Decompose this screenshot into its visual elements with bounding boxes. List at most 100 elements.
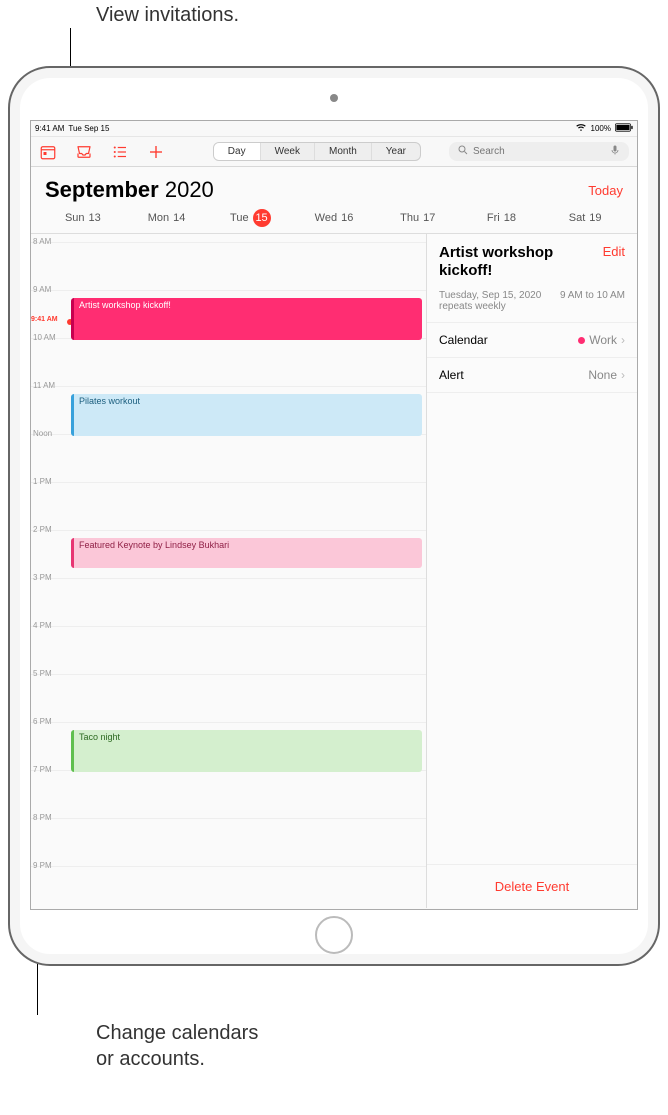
event-date: Tuesday, Sep 15, 2020 [439,290,541,301]
view-month[interactable]: Month [315,143,372,160]
view-year[interactable]: Year [372,143,420,160]
chevron-right-icon: › [621,333,625,347]
main-split: 8 AM9 AM10 AM11 AMNoon1 PM2 PM3 PM4 PM5 … [31,234,637,908]
hour-label: 7 PM [33,765,52,774]
hour-slot[interactable]: 8 AM [31,242,426,290]
hour-label: 2 PM [33,525,52,534]
weekday-row: Sun 13Mon 14Tue 15Wed 16Thu 17Fri 18Sat … [31,209,637,234]
hour-slot[interactable]: 7 PM [31,770,426,818]
event-detail-panel: Artist workshop kickoff! Edit Tuesday, S… [427,234,637,908]
alert-row-label: Alert [439,368,464,382]
month-year-title: September 2020 [45,177,214,203]
battery-icon [615,123,633,134]
calendar-header: September 2020 Today [31,167,637,209]
hour-label: 1 PM [33,477,52,486]
weekday-tue[interactable]: Tue 15 [208,209,292,227]
weekday-num: 16 [341,212,353,224]
search-input[interactable] [473,146,605,157]
calendar-row-label: Calendar [439,333,488,347]
alert-value: None [588,368,617,382]
hour-slot[interactable]: 3 PM [31,578,426,626]
view-week[interactable]: Week [261,143,315,160]
delete-event-button[interactable]: Delete Event [427,864,637,908]
weekday-thu[interactable]: Thu 17 [376,209,460,227]
event-block[interactable]: Artist workshop kickoff! [71,298,422,340]
screen: 9:41 AM Tue Sep 15 100% [30,120,638,910]
hour-label: 3 PM [33,573,52,582]
add-event-button[interactable] [147,143,165,161]
home-button[interactable] [315,916,353,954]
weekday-dow: Tue [230,212,249,224]
weekday-dow: Thu [400,212,419,224]
hour-label: 4 PM [33,621,52,630]
day-schedule[interactable]: 8 AM9 AM10 AM11 AMNoon1 PM2 PM3 PM4 PM5 … [31,234,427,908]
calendar-color-dot [578,337,585,344]
calendar-value: Work [589,333,617,347]
hour-label: 5 PM [33,669,52,678]
weekday-mon[interactable]: Mon 14 [125,209,209,227]
status-bar: 9:41 AM Tue Sep 15 100% [31,121,637,137]
status-time: 9:41 AM [35,124,64,133]
hour-slot[interactable]: 9 PM [31,866,426,908]
search-field[interactable] [449,142,629,161]
weekday-dow: Fri [487,212,500,224]
calendars-button[interactable] [39,143,57,161]
weekday-dow: Mon [148,212,169,224]
today-button[interactable]: Today [588,183,623,198]
app-toolbar: Day Week Month Year [31,137,637,167]
status-date: Tue Sep 15 [68,124,109,133]
weekday-sun[interactable]: Sun 13 [41,209,125,227]
weekday-wed[interactable]: Wed 16 [292,209,376,227]
search-icon [457,144,469,159]
weekday-num: 19 [589,212,601,224]
event-repeat: repeats weekly [439,301,541,312]
hour-slot[interactable]: 5 PM [31,674,426,722]
now-time-label: 9:41 AM [31,316,58,323]
weekday-dow: Sat [569,212,586,224]
alert-row[interactable]: Alert None › [427,358,637,393]
list-button[interactable] [111,143,129,161]
weekday-num: 18 [504,212,516,224]
event-block[interactable]: Pilates workout [71,394,422,436]
hour-label: 9 PM [33,861,52,870]
view-segmented-control: Day Week Month Year [213,142,421,161]
callout-change-calendars: Change calendars or accounts. [96,1020,258,1072]
hour-slot[interactable]: 10 AM [31,338,426,386]
weekday-dow: Sun [65,212,85,224]
inbox-button[interactable] [75,143,93,161]
month-label: September [45,177,159,202]
hour-slot[interactable]: Noon [31,434,426,482]
callout-view-invitations: View invitations. [96,4,239,27]
weekday-dow: Wed [315,212,337,224]
hour-slot[interactable]: 1 PM [31,482,426,530]
edit-button[interactable]: Edit [603,244,625,259]
event-block[interactable]: Taco night [71,730,422,772]
ipad-device-frame: 9:41 AM Tue Sep 15 100% [8,66,660,966]
calendar-row[interactable]: Calendar Work › [427,323,637,358]
weekday-num: 17 [423,212,435,224]
hour-label: 9 AM [33,285,51,294]
hour-slot[interactable]: 4 PM [31,626,426,674]
event-title: Artist workshop kickoff! [439,244,603,280]
hour-label: 8 AM [33,237,51,246]
hour-slot[interactable]: 8 PM [31,818,426,866]
view-day[interactable]: Day [214,143,261,160]
weekday-num: 15 [253,209,271,227]
year-label: 2020 [165,177,214,202]
device-camera [330,94,338,102]
hour-label: 10 AM [33,333,56,342]
hour-label: 6 PM [33,717,52,726]
battery-percent: 100% [591,124,611,133]
wifi-icon [575,123,587,134]
hour-grid: 8 AM9 AM10 AM11 AMNoon1 PM2 PM3 PM4 PM5 … [31,242,426,908]
weekday-num: 13 [89,212,101,224]
hour-label: 11 AM [33,381,55,390]
chevron-right-icon: › [621,368,625,382]
dictation-icon[interactable] [609,144,621,159]
hour-label: Noon [33,429,52,438]
event-time: 9 AM to 10 AM [560,290,625,312]
weekday-fri[interactable]: Fri 18 [460,209,544,227]
hour-label: 8 PM [33,813,52,822]
weekday-sat[interactable]: Sat 19 [543,209,627,227]
event-block[interactable]: Featured Keynote by Lindsey Bukhari [71,538,422,568]
